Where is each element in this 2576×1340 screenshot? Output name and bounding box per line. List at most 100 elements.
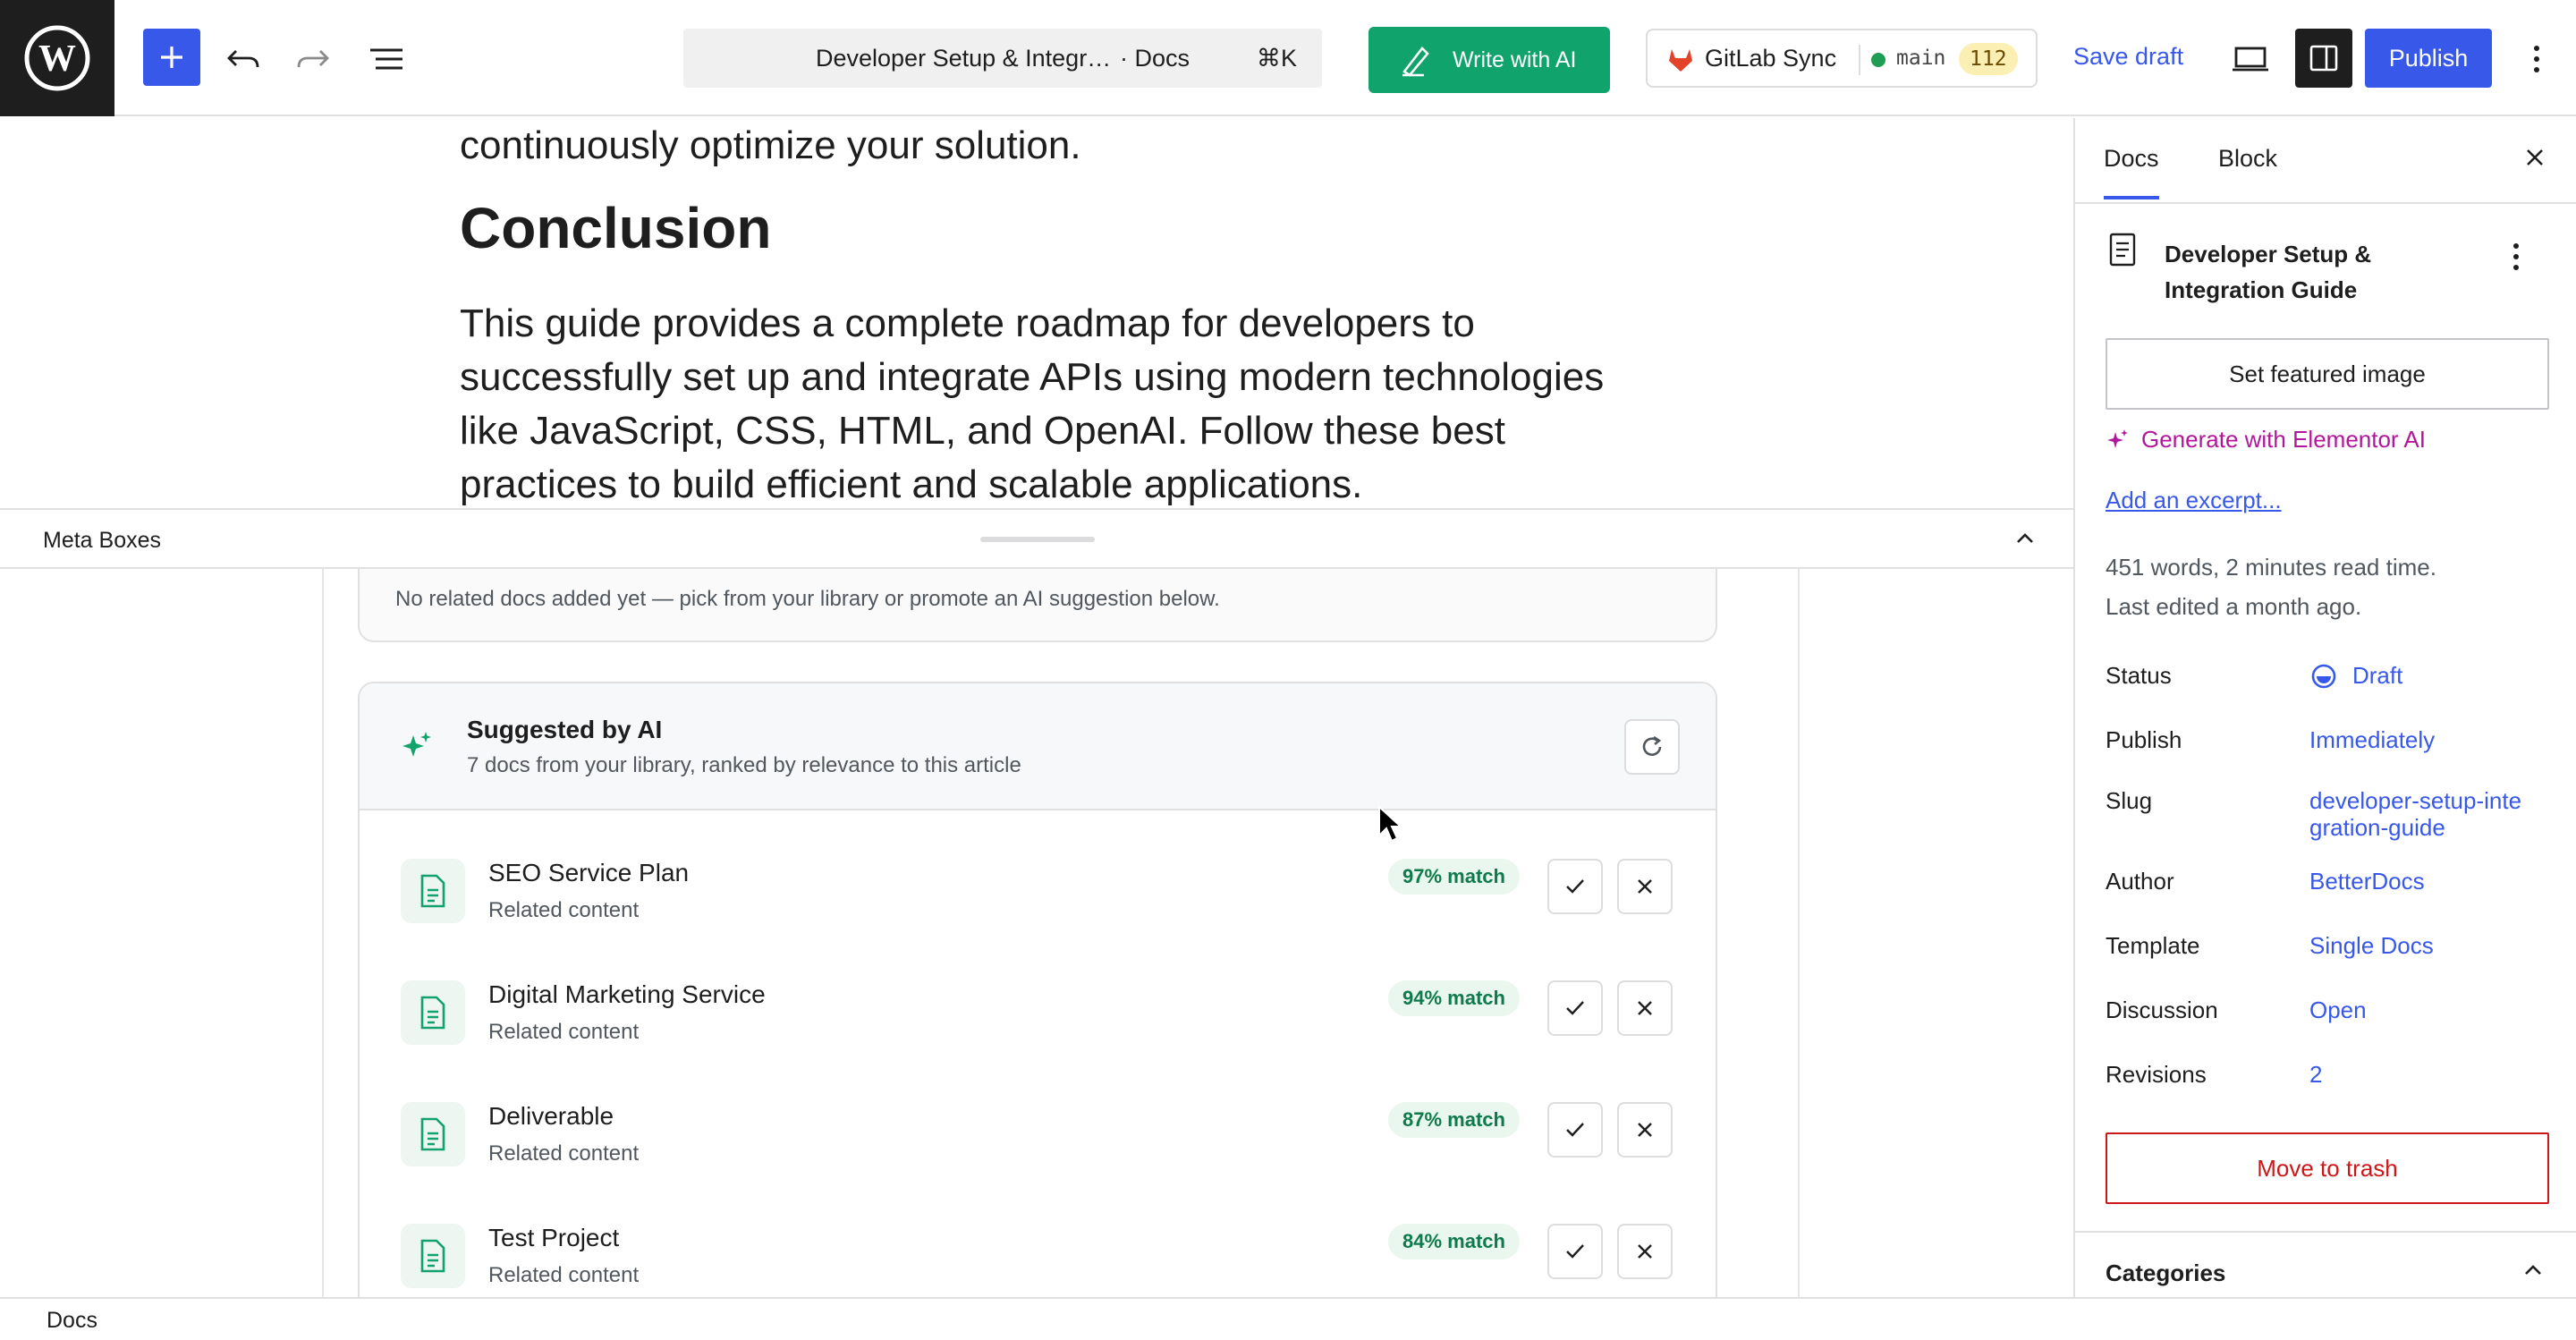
suggestion-row: Digital Marketing Service Related conten…: [360, 957, 1716, 1079]
list-view-icon: [370, 48, 402, 70]
tab-block[interactable]: Block: [2218, 145, 2277, 173]
document-stats: 451 words, 2 minutes read time. Last edi…: [2106, 547, 2436, 626]
heading-block[interactable]: Conclusion: [460, 195, 771, 261]
commit-count-badge: 112: [1959, 43, 2018, 75]
post-type-label: · Docs: [1120, 44, 1191, 72]
meta-boxes-header[interactable]: Meta Boxes: [0, 508, 2073, 569]
refresh-icon: [1642, 735, 1662, 756]
match-badge: 87% match: [1388, 1102, 1520, 1138]
generate-elementor-ai-link[interactable]: Generate with Elementor AI: [2106, 426, 2426, 454]
resize-handle[interactable]: [980, 537, 1095, 542]
add-block-button[interactable]: [143, 29, 200, 86]
move-to-trash-button[interactable]: Move to trash: [2106, 1132, 2549, 1204]
document-icon: [2109, 233, 2136, 267]
accept-suggestion-button[interactable]: [1547, 1224, 1603, 1279]
suggestion-description: Related content: [488, 1020, 640, 1044]
wordpress-logo-icon[interactable]: W: [0, 0, 114, 116]
breadcrumb[interactable]: Docs: [47, 1308, 97, 1334]
document-title: Developer Setup & Integration Guide: [2165, 241, 2372, 303]
related-docs-empty-state: No related docs added yet — pick from yo…: [358, 569, 1717, 642]
refresh-suggestions-button[interactable]: [1624, 719, 1680, 775]
dismiss-suggestion-button[interactable]: [1617, 1102, 1673, 1158]
command-palette-button[interactable]: Developer Setup & Integr… · Docs ⌘K: [683, 29, 1322, 88]
gitlab-icon: [1669, 49, 1692, 72]
check-icon: [1566, 879, 1584, 894]
suggestion-title[interactable]: Test Project: [488, 1224, 619, 1252]
redo-button[interactable]: [286, 32, 340, 86]
plus-icon: [161, 47, 182, 68]
document-summary: Developer Setup & Integration Guide: [2107, 233, 2546, 303]
slug-value[interactable]: developer-setup-integration-guide: [2309, 787, 2524, 841]
suggestion-description: Related content: [488, 1141, 640, 1166]
ai-suggestions-title: Suggested by AI: [467, 716, 663, 743]
sidebar-tabs: Docs Block: [2075, 118, 2576, 204]
gitlab-sync-button[interactable]: GitLab Sync main 112: [1646, 29, 2038, 88]
settings-panel-toggle[interactable]: [2295, 29, 2352, 88]
publish-button[interactable]: Publish: [2365, 29, 2492, 88]
gitlab-sync-label: GitLab Sync: [1705, 44, 1837, 72]
chevron-up-icon: [2525, 1265, 2541, 1275]
undo-button[interactable]: [216, 32, 270, 86]
chevron-up-icon[interactable]: [2012, 526, 2038, 551]
keyboard-shortcut: ⌘K: [1256, 44, 1297, 72]
dismiss-suggestion-button[interactable]: [1617, 1224, 1673, 1279]
document-icon: [401, 1102, 465, 1166]
suggestion-description: Related content: [488, 1263, 640, 1287]
write-with-ai-button[interactable]: Write with AI: [1368, 27, 1610, 93]
revisions-value[interactable]: 2: [2309, 1061, 2322, 1088]
close-icon: [1638, 1001, 1652, 1015]
generate-elementor-ai-label: Generate with Elementor AI: [2141, 426, 2426, 453]
close-icon: [1638, 1123, 1652, 1137]
branch-status-dot: [1871, 53, 1885, 67]
suggestion-description: Related content: [488, 898, 640, 922]
editor-footer: Docs: [0, 1297, 2576, 1340]
document-title: Developer Setup & Integr…: [816, 44, 1112, 72]
discussion-value[interactable]: Open: [2309, 997, 2367, 1023]
suggestion-title[interactable]: Digital Marketing Service: [488, 980, 766, 1009]
options-menu-button[interactable]: [2510, 32, 2563, 86]
check-icon: [1566, 1001, 1584, 1015]
author-value[interactable]: BetterDocs: [2309, 868, 2425, 895]
divider: [1859, 45, 1860, 75]
accept-suggestion-button[interactable]: [1547, 1102, 1603, 1158]
empty-state-text: No related docs added yet — pick from yo…: [395, 587, 1220, 611]
suggestion-row: Test Project Related content 84% match: [360, 1200, 1716, 1297]
dismiss-suggestion-button[interactable]: [1617, 980, 1673, 1036]
close-icon: [1638, 1244, 1652, 1259]
publish-value[interactable]: Immediately: [2309, 726, 2435, 753]
suggestion-title[interactable]: Deliverable: [488, 1102, 614, 1131]
paragraph-block[interactable]: This guide provides a complete roadmap f…: [460, 297, 1623, 508]
template-value[interactable]: Single Docs: [2309, 932, 2434, 959]
match-badge: 84% match: [1388, 1224, 1520, 1259]
editor-toolbar: W Developer Setup & Integr… · Docs ⌘K Wr…: [0, 0, 2576, 116]
ai-pen-icon: [1402, 47, 1429, 77]
accept-suggestion-button[interactable]: [1547, 980, 1603, 1036]
status-value[interactable]: Draft: [2352, 662, 2402, 689]
last-edited: Last edited a month ago.: [2106, 593, 2362, 620]
tab-docs[interactable]: Docs: [2104, 145, 2159, 199]
close-icon[interactable]: [2521, 143, 2549, 172]
preview-button[interactable]: [2224, 32, 2277, 86]
set-featured-image-button[interactable]: Set featured image: [2106, 338, 2549, 410]
document-overview-button[interactable]: [360, 32, 413, 86]
paragraph-block[interactable]: continuously optimize your solution.: [460, 123, 1081, 168]
dismiss-suggestion-button[interactable]: [1617, 859, 1673, 914]
settings-sidebar: Docs Block Developer Setup & Integration…: [2073, 118, 2576, 1297]
suggestion-row: Deliverable Related content 87% match: [360, 1079, 1716, 1200]
ai-sparkle-icon: [402, 732, 431, 757]
document-icon: [401, 859, 465, 923]
ai-suggestions-header: Suggested by AI 7 docs from your library…: [360, 683, 1716, 810]
categories-panel-header[interactable]: Categories: [2075, 1231, 2576, 1297]
slug-label: Slug: [2106, 787, 2153, 814]
author-label: Author: [2106, 868, 2174, 895]
desktop-preview-icon: [2233, 47, 2268, 72]
check-icon: [1566, 1244, 1584, 1259]
match-badge: 97% match: [1388, 859, 1520, 895]
document-icon: [401, 1224, 465, 1288]
add-excerpt-link[interactable]: Add an excerpt...: [2106, 487, 2282, 514]
revisions-label: Revisions: [2106, 1061, 2207, 1088]
more-vertical-icon[interactable]: [2512, 242, 2521, 272]
save-draft-button[interactable]: Save draft: [2073, 43, 2183, 71]
suggestion-title[interactable]: SEO Service Plan: [488, 859, 689, 887]
accept-suggestion-button[interactable]: [1547, 859, 1603, 914]
